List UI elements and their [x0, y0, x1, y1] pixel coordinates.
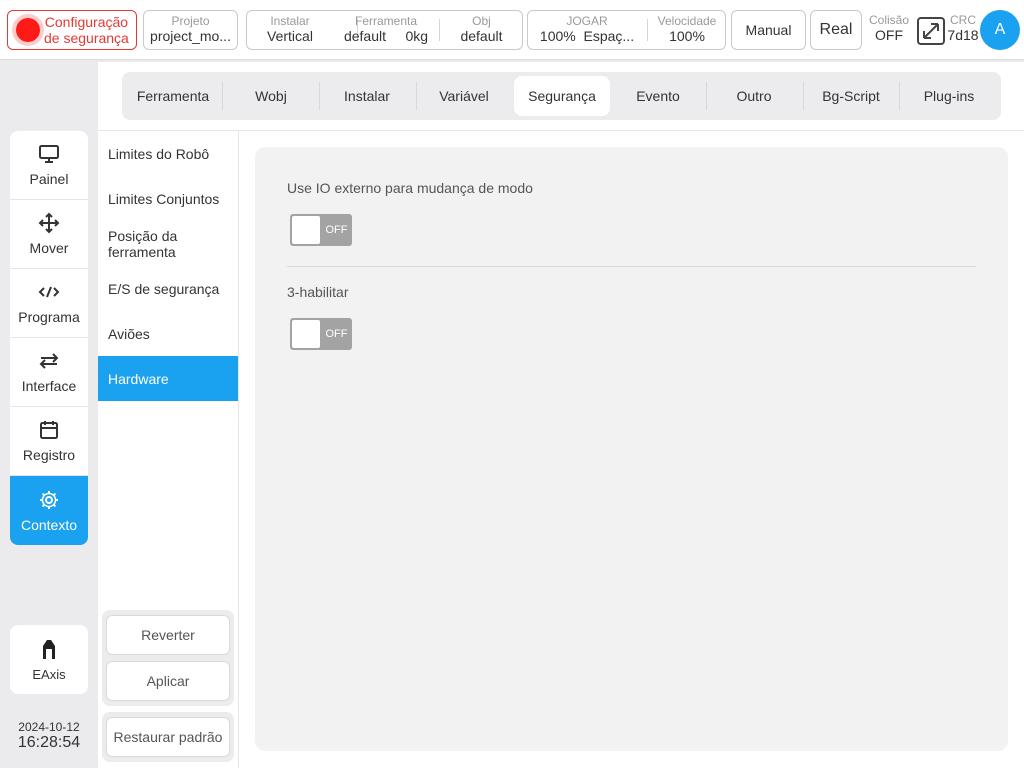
divider — [222, 82, 223, 110]
crc-value: 7d18 — [947, 27, 979, 43]
jog-value-line: 100% Espaç... — [528, 28, 646, 45]
jog-space: Espaç... — [583, 28, 635, 44]
safety-submenu: Limites do Robô Limites Conjuntos Posiçã… — [98, 131, 238, 611]
submenu-item-hardware[interactable]: Hardware — [98, 356, 238, 401]
nav-item-registro[interactable]: Registro — [10, 407, 88, 476]
obj-value: default — [460, 28, 503, 44]
safety-status-indicator — [16, 18, 40, 42]
calendar-icon — [38, 419, 60, 441]
install-label: Instalar — [270, 14, 310, 28]
move-arrows-icon — [38, 212, 60, 234]
divider — [238, 131, 239, 768]
tab-bg-script[interactable]: Bg-Script — [804, 76, 898, 116]
nav-label-contexto: Contexto — [20, 516, 78, 533]
robot-arm-icon — [39, 638, 59, 663]
nav-label-programa: Programa — [18, 309, 80, 325]
monitor-icon — [38, 143, 60, 165]
toggle-knob — [292, 216, 320, 244]
swap-arrows-icon — [38, 350, 60, 372]
external-io-toggle[interactable]: OFF — [290, 214, 352, 246]
nav-item-interface[interactable]: Interface — [10, 338, 88, 407]
current-time: 16:28:54 — [17, 734, 81, 751]
speed-label: Velocidade — [657, 14, 717, 28]
submenu-item-joint-limits[interactable]: Limites Conjuntos — [98, 176, 238, 221]
install-cell[interactable]: Instalar Vertical — [247, 11, 333, 49]
restore-default-button[interactable]: Restaurar padrão — [106, 717, 230, 757]
tool-value-line: default 0kg — [333, 28, 439, 45]
restore-group: Restaurar padrão — [102, 712, 234, 762]
project-label: Projeto — [171, 14, 210, 28]
nav-label-mover: Mover — [29, 240, 69, 256]
jog-cell[interactable]: JOGAR 100% Espaç... — [528, 11, 646, 49]
nav-item-contexto[interactable]: Contexto — [10, 476, 88, 545]
toggle-state-label: OFF — [325, 328, 348, 340]
tab-evento[interactable]: Evento — [611, 76, 705, 116]
safety-label-line2: de segurança — [44, 30, 129, 46]
divider — [287, 266, 976, 267]
collision-status[interactable]: Colisão OFF — [866, 10, 912, 48]
eaxis-label: EAxis — [32, 666, 66, 682]
tab-wobj[interactable]: Wobj — [224, 76, 318, 116]
gear-icon — [38, 489, 60, 511]
jog-label: JOGAR — [566, 14, 608, 28]
code-icon — [38, 281, 60, 303]
toggle-state-label: OFF — [325, 224, 348, 236]
nav-label-interface: Interface — [21, 378, 77, 394]
tab-seguranca[interactable]: Segurança — [514, 76, 610, 116]
tool-label: Ferramenta — [354, 14, 418, 28]
nav-label-registro: Registro — [22, 447, 76, 463]
tool-value: default — [343, 28, 386, 44]
toggle-knob — [292, 320, 320, 348]
jog-value: 100% — [539, 28, 576, 44]
submenu-item-tool-position[interactable]: Posição da ferramenta — [98, 221, 238, 266]
current-date: 2024-10-12 — [18, 720, 80, 734]
revert-apply-group: Reverter Aplicar — [102, 610, 234, 706]
user-avatar[interactable]: A — [980, 10, 1020, 50]
speed-cell[interactable]: Velocidade 100% — [648, 11, 726, 49]
submenu-item-robot-limits[interactable]: Limites do Robô — [98, 131, 238, 176]
submenu-item-planes[interactable]: Aviões — [98, 311, 238, 356]
hardware-settings-panel: Use IO externo para mudança de modo OFF … — [255, 147, 1008, 751]
tab-ferramenta[interactable]: Ferramenta — [126, 76, 220, 116]
tool-cell[interactable]: Ferramenta default 0kg — [333, 11, 439, 49]
submenu-item-safety-io[interactable]: E/S de segurança — [98, 266, 238, 311]
apply-button[interactable]: Aplicar — [106, 661, 230, 701]
three-enable-toggle[interactable]: OFF — [290, 318, 352, 350]
project-selector[interactable]: Projeto project_mo... — [143, 10, 238, 50]
nav-item-programa[interactable]: Programa — [10, 269, 88, 338]
safety-config-button[interactable]: Configuração de segurança — [7, 10, 137, 50]
crc-label: CRC — [950, 13, 976, 27]
revert-button[interactable]: Reverter — [106, 615, 230, 655]
collision-label: Colisão — [868, 13, 910, 27]
tab-instalar[interactable]: Instalar — [320, 76, 414, 116]
nav-label-painel: Painel — [29, 171, 69, 187]
nav-item-mover[interactable]: Mover — [10, 200, 88, 269]
jog-speed-group[interactable]: JOGAR 100% Espaç... Velocidade 100% — [527, 10, 726, 50]
project-value: project_mo... — [150, 28, 231, 44]
manual-mode-button[interactable]: Manual — [731, 10, 806, 50]
obj-label: Obj — [472, 14, 491, 28]
expand-icon[interactable] — [916, 16, 946, 46]
safety-label-line1: Configuração — [44, 14, 129, 30]
eaxis-button[interactable]: EAxis — [10, 625, 88, 694]
external-io-label: Use IO externo para mudança de modo — [287, 180, 533, 196]
speed-value: 100% — [669, 28, 705, 44]
tab-plug-ins[interactable]: Plug-ins — [901, 76, 997, 116]
install-tool-obj-group[interactable]: Instalar Vertical Ferramenta default 0kg… — [246, 10, 523, 50]
collision-value: OFF — [875, 27, 903, 43]
crc-status: CRC 7d18 — [946, 10, 980, 48]
nav-item-painel[interactable]: Painel — [10, 131, 88, 200]
settings-tab-bar: Ferramenta Wobj Instalar Variável Segura… — [122, 72, 1001, 120]
real-mode-button[interactable]: Real — [810, 10, 862, 50]
three-enable-label: 3-habilitar — [287, 284, 349, 300]
divider — [899, 82, 900, 110]
obj-cell[interactable]: Obj default — [440, 11, 523, 49]
install-value: Vertical — [267, 28, 313, 44]
safety-config-label: Configuração de segurança — [44, 14, 129, 46]
tab-outro[interactable]: Outro — [707, 76, 801, 116]
tab-variavel[interactable]: Variável — [417, 76, 511, 116]
tool-weight: 0kg — [405, 28, 429, 44]
top-status-bar: Configuração de segurança Projeto projec… — [0, 0, 1024, 60]
